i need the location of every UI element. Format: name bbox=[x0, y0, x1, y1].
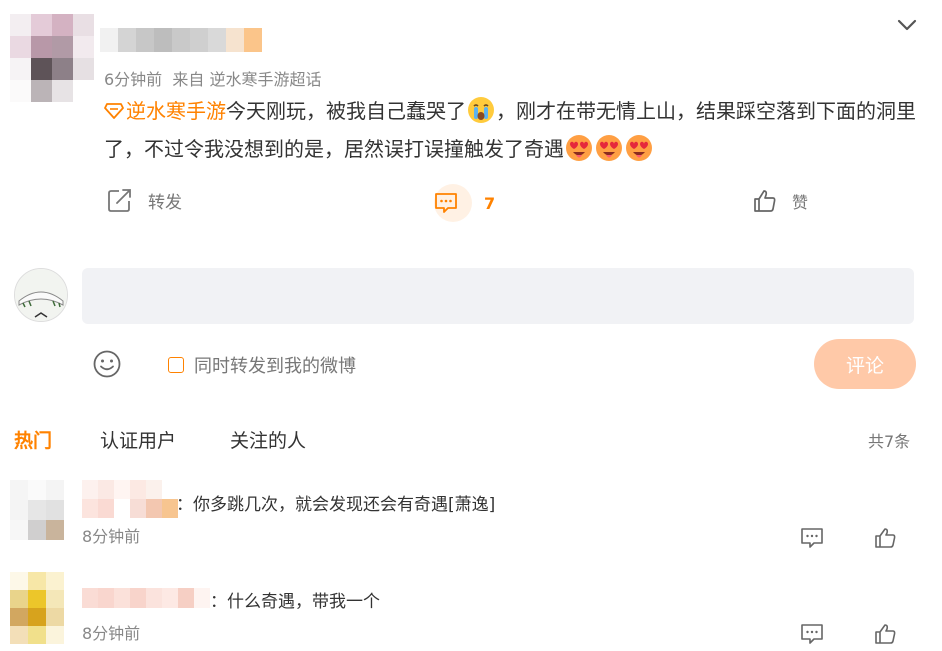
commenter-name[interactable] bbox=[82, 588, 210, 608]
post-text-part1: 今天刚玩，被我自己蠢哭了 bbox=[226, 99, 466, 123]
comment-text: ：什么奇遇，带我一个 bbox=[210, 592, 380, 612]
comment-text: ：你多跳几次，就会发现还会有奇遇[萧逸] bbox=[176, 495, 496, 515]
repost-icon bbox=[108, 189, 131, 212]
repost-label: 转发 bbox=[148, 192, 182, 213]
post-source[interactable]: 来自 逆水寒手游超话 bbox=[172, 70, 321, 89]
like-icon[interactable] bbox=[874, 526, 898, 550]
comment-time: 8分钟前 bbox=[82, 527, 141, 546]
post-time: 6分钟前 bbox=[104, 70, 163, 89]
like-button[interactable]: 赞 bbox=[752, 188, 808, 214]
heart-eyes-emoji-icon bbox=[566, 135, 592, 161]
topic-link[interactable]: 逆水寒手游 bbox=[104, 99, 226, 123]
tab-verified-users[interactable]: 认证用户 bbox=[100, 426, 176, 453]
reply-icon[interactable] bbox=[800, 622, 824, 646]
reply-icon[interactable] bbox=[800, 526, 824, 550]
commenter-avatar[interactable] bbox=[10, 572, 64, 644]
comment-button[interactable]: 7 bbox=[434, 184, 495, 222]
sync-repost-label: 同时转发到我的微博 bbox=[194, 356, 356, 377]
post-text: 逆水寒手游今天刚玩，被我自己蠢哭了 ，刚才在带无情上山，结果踩空落到下面的洞里了，… bbox=[104, 92, 922, 168]
supertopic-diamond-icon bbox=[104, 103, 124, 119]
author-name[interactable] bbox=[100, 28, 262, 52]
heart-eyes-emoji-icon bbox=[626, 135, 652, 161]
heart-eyes-emoji-icon bbox=[596, 135, 622, 161]
tab-following[interactable]: 关注的人 bbox=[230, 426, 306, 453]
post-meta: 6分钟前 来自 逆水寒手游超话 bbox=[104, 66, 321, 90]
my-avatar[interactable] bbox=[14, 268, 68, 322]
total-count: 共7条 bbox=[868, 432, 911, 451]
comment-input[interactable] bbox=[82, 268, 914, 324]
commenter-avatar[interactable] bbox=[10, 480, 64, 540]
sync-repost-checkbox[interactable]: 同时转发到我的微博 bbox=[168, 352, 356, 378]
crying-emoji-icon bbox=[468, 97, 494, 123]
topic-label[interactable]: 逆水寒手游 bbox=[126, 99, 226, 123]
commenter-name[interactable] bbox=[82, 480, 178, 518]
avatar-image-icon bbox=[15, 269, 67, 321]
like-icon[interactable] bbox=[874, 622, 898, 646]
checkbox-box[interactable] bbox=[168, 357, 184, 373]
chevron-down-icon[interactable] bbox=[894, 12, 920, 38]
emoji-picker-icon[interactable] bbox=[92, 349, 122, 379]
like-label: 赞 bbox=[792, 193, 809, 212]
thumbs-up-icon bbox=[754, 190, 776, 212]
repost-button[interactable]: 转发 bbox=[106, 186, 182, 214]
comment-count: 7 bbox=[484, 193, 496, 213]
tab-hot[interactable]: 热门 bbox=[14, 426, 52, 453]
comment-icon bbox=[435, 193, 457, 213]
comment-time: 8分钟前 bbox=[82, 624, 141, 643]
submit-comment-button[interactable]: 评论 bbox=[814, 339, 916, 389]
author-avatar[interactable] bbox=[10, 14, 94, 102]
